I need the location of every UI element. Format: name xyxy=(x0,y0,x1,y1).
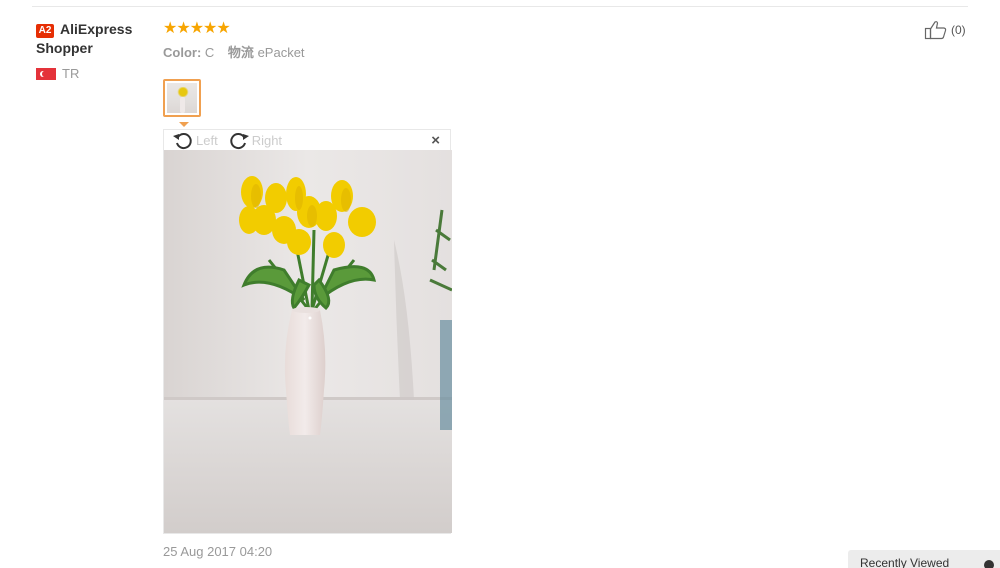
thumbs-up-icon xyxy=(924,21,947,40)
buyer-country: TR xyxy=(36,66,156,81)
photo-thumbnail[interactable] xyxy=(163,79,201,127)
order-attributes: Color: C 物流 ePacket xyxy=(163,42,923,61)
star-rating: ★★★★★ xyxy=(163,20,231,37)
rotate-left-label: Left xyxy=(196,132,218,148)
review-date: 25 Aug 2017 04:20 xyxy=(163,544,273,559)
attr-shipping-key: 物流 xyxy=(227,45,254,60)
feedback-content: ★★★★★ Color: C 物流 ePacket Left Right × 2… xyxy=(163,20,923,559)
turkey-flag-icon xyxy=(36,67,56,80)
viewer-toolbar: Left Right × xyxy=(164,130,450,150)
rotate-right-label: Right xyxy=(251,132,283,148)
image-viewer: Left Right × xyxy=(163,129,452,534)
buyer-name-row: A2 AliExpress Shopper xyxy=(36,20,156,58)
attr-shipping-value: ePacket xyxy=(257,45,305,60)
review-page: A2 AliExpress Shopper TR ★★★★★ Color: C 物… xyxy=(0,0,1000,568)
helpful-count: (0) xyxy=(951,23,966,37)
buyer-level-badge: A2 xyxy=(36,24,54,38)
recently-viewed-icon xyxy=(984,560,994,568)
rotate-left-icon xyxy=(173,133,192,150)
thumbnail-caret-icon xyxy=(179,122,189,127)
close-icon[interactable]: × xyxy=(431,132,440,149)
country-code: TR xyxy=(62,66,80,81)
buyer-info: A2 AliExpress Shopper TR xyxy=(36,20,156,81)
divider xyxy=(32,6,968,7)
review-photo[interactable] xyxy=(164,150,452,533)
recently-viewed-label: Recently Viewed xyxy=(860,556,950,568)
rotate-left-button[interactable]: Left xyxy=(172,130,218,150)
thumbnail-image xyxy=(167,83,197,113)
rotate-right-icon xyxy=(230,133,249,150)
recently-viewed-tab[interactable]: Recently Viewed xyxy=(848,550,1000,568)
photo-thumbnails xyxy=(163,79,923,127)
attr-color-key: Color: xyxy=(163,45,202,60)
helpful-button[interactable]: (0) xyxy=(924,20,966,40)
rotate-right-button[interactable]: Right xyxy=(228,130,282,150)
attr-color-value: C xyxy=(204,45,215,60)
